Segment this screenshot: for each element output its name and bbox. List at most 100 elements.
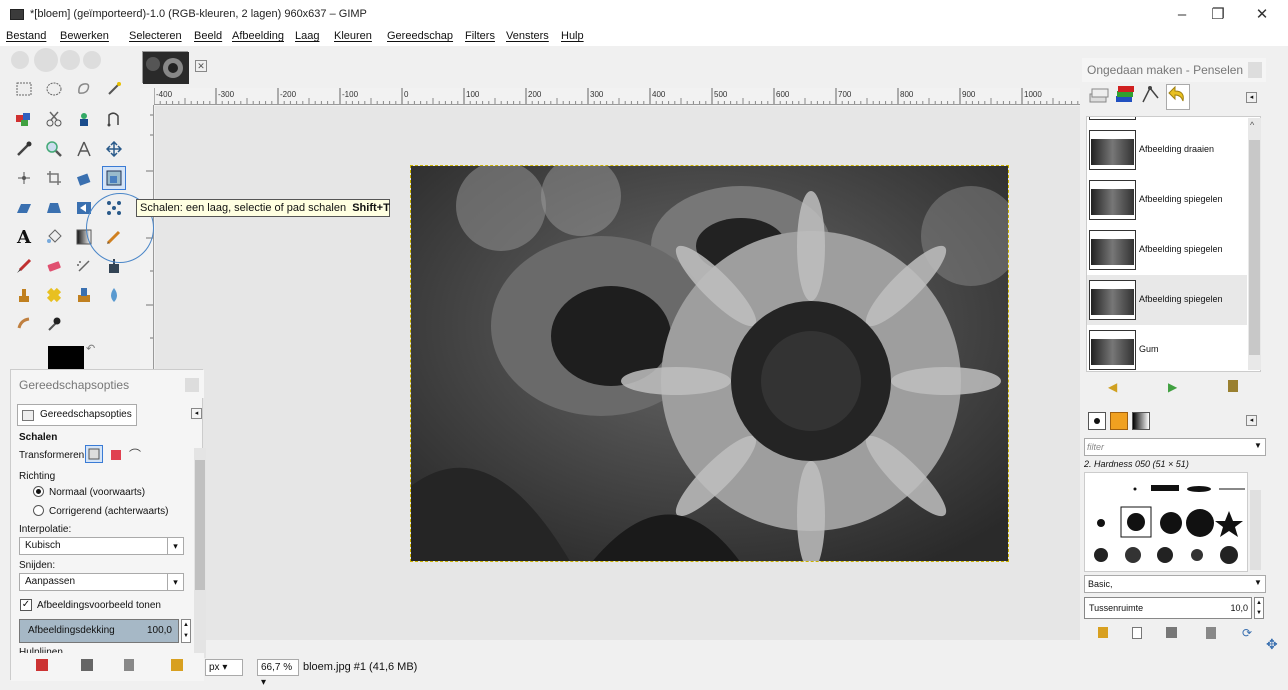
list-item[interactable] bbox=[1087, 117, 1247, 125]
transform-layer-icon[interactable] bbox=[85, 445, 103, 463]
ellipse-select-icon[interactable] bbox=[42, 77, 66, 101]
restore-preset-icon[interactable] bbox=[81, 659, 93, 671]
swap-colors-icon[interactable]: ↶ bbox=[86, 342, 95, 355]
fuzzy-select-icon[interactable] bbox=[102, 77, 126, 101]
menu-hulp[interactable]: Hulp bbox=[561, 30, 584, 42]
close-button[interactable]: ✕ bbox=[1246, 4, 1278, 26]
clone-icon[interactable] bbox=[12, 283, 36, 307]
menu-afbeelding[interactable]: Afbeelding bbox=[232, 30, 284, 42]
free-select-icon[interactable] bbox=[72, 77, 96, 101]
rect-select-icon[interactable] bbox=[12, 77, 36, 101]
perspective-icon[interactable] bbox=[42, 196, 66, 220]
menu-filters[interactable]: Filters bbox=[465, 30, 495, 42]
zoom-select[interactable]: 66,7 % ▾ bbox=[257, 659, 299, 688]
list-item-selected[interactable]: Afbeelding spiegelen bbox=[1087, 275, 1247, 325]
perspective-clone-icon[interactable] bbox=[72, 283, 96, 307]
tool-options-scroll-thumb[interactable] bbox=[195, 460, 205, 590]
tab-menu-button[interactable]: ◂ bbox=[1246, 415, 1257, 426]
dodge-burn-icon[interactable] bbox=[42, 312, 66, 336]
redo-icon[interactable]: ▶ bbox=[1168, 380, 1177, 394]
scissors-select-icon[interactable] bbox=[42, 107, 66, 131]
spacing-spin-button[interactable]: ▲ ▼ bbox=[1254, 597, 1264, 619]
patterns-tab-icon[interactable] bbox=[1110, 412, 1128, 430]
shear-icon[interactable] bbox=[12, 196, 36, 220]
gradients-tab-icon[interactable] bbox=[1132, 412, 1150, 430]
menu-laag[interactable]: Laag bbox=[295, 30, 319, 42]
color-picker-icon[interactable] bbox=[12, 137, 36, 161]
align-icon[interactable] bbox=[12, 166, 36, 190]
crop-icon[interactable] bbox=[42, 166, 66, 190]
heal-icon[interactable] bbox=[42, 283, 66, 307]
spacing-slider[interactable]: Tussenruimte 10,0 bbox=[1084, 597, 1252, 619]
scale-icon[interactable] bbox=[102, 166, 126, 190]
unit-select[interactable]: px ▾ bbox=[205, 659, 243, 676]
brush-grid[interactable] bbox=[1084, 472, 1248, 572]
dock-close-button[interactable] bbox=[185, 378, 199, 392]
list-item[interactable]: Afbeelding spiegelen bbox=[1087, 175, 1247, 225]
zoom-icon[interactable] bbox=[42, 137, 66, 161]
clipping-select[interactable]: Aanpassen ▾ bbox=[19, 573, 184, 591]
paintbrush-icon[interactable] bbox=[12, 254, 36, 278]
horizontal-ruler[interactable]: -400 -300 -200 -100 0 100 200 300 400 500 600 700 80… bbox=[154, 88, 1080, 105]
duplicate-brush-icon[interactable] bbox=[1166, 627, 1177, 638]
image-tab-close-button[interactable]: ✕ bbox=[195, 60, 207, 72]
paths-tab-icon[interactable] bbox=[1140, 84, 1164, 110]
move-handle-icon[interactable]: ✥ bbox=[1266, 636, 1278, 653]
list-item[interactable]: Afbeelding draaien bbox=[1087, 125, 1247, 175]
undo-history-tab-icon[interactable] bbox=[1166, 84, 1190, 110]
menu-gereedschap[interactable]: Gereedschap bbox=[387, 30, 453, 42]
list-item[interactable]: Afbeelding spiegelen bbox=[1087, 225, 1247, 275]
edit-brush-icon[interactable] bbox=[1098, 627, 1108, 638]
delete-preset-icon[interactable] bbox=[124, 659, 134, 671]
brushes-tab-icon[interactable] bbox=[1088, 412, 1106, 430]
menu-kleuren[interactable]: Kleuren bbox=[334, 30, 372, 42]
move-icon[interactable] bbox=[102, 137, 126, 161]
minimize-button[interactable]: – bbox=[1166, 4, 1198, 26]
sunflower-image[interactable] bbox=[410, 165, 1009, 562]
dock-close-button[interactable] bbox=[1248, 62, 1262, 78]
channels-tab-icon[interactable] bbox=[1114, 84, 1138, 110]
text-icon[interactable]: A bbox=[12, 225, 36, 249]
opacity-slider[interactable]: Afbeeldingsdekking 100,0 bbox=[19, 619, 179, 643]
clear-history-icon[interactable] bbox=[1228, 380, 1238, 392]
brush-preset-select[interactable]: Basic, bbox=[1084, 575, 1266, 593]
undo-history-list[interactable]: Afbeelding draaien Afbeelding spiegelen … bbox=[1086, 116, 1261, 372]
refresh-brushes-icon[interactable]: ⟳ bbox=[1242, 626, 1252, 640]
new-brush-icon[interactable] bbox=[1132, 627, 1142, 639]
blur-icon[interactable] bbox=[102, 283, 126, 307]
brush-filter-input[interactable]: filter bbox=[1084, 438, 1266, 456]
tab-menu-button[interactable]: ◂ bbox=[1246, 92, 1257, 103]
bucket-fill-icon[interactable] bbox=[42, 225, 66, 249]
rotate-icon[interactable] bbox=[72, 166, 96, 190]
delete-brush-icon[interactable] bbox=[1206, 627, 1216, 639]
image-tab-thumbnail[interactable] bbox=[142, 51, 189, 84]
menu-bewerken[interactable]: Bewerken bbox=[60, 30, 109, 42]
scroll-up-icon[interactable]: ^ bbox=[1250, 120, 1254, 130]
tab-menu-button[interactable]: ◂ bbox=[191, 408, 202, 419]
save-preset-icon[interactable] bbox=[36, 659, 48, 671]
chevron-down-icon[interactable]: ▼ bbox=[1254, 578, 1262, 587]
by-color-select-icon[interactable] bbox=[12, 107, 36, 131]
menu-beeld[interactable]: Beeld bbox=[194, 30, 222, 42]
eraser-icon[interactable] bbox=[42, 254, 66, 278]
list-item[interactable]: Gum bbox=[1087, 325, 1247, 371]
chevron-down-icon[interactable]: ▼ bbox=[1254, 441, 1262, 450]
smudge-icon[interactable] bbox=[12, 312, 36, 336]
menu-selecteren[interactable]: Selecteren bbox=[129, 30, 182, 42]
opacity-spin-button[interactable]: ▲ ▼ bbox=[181, 619, 191, 643]
transform-path-icon[interactable]: ⌒ bbox=[129, 446, 141, 463]
brush-grid-scrollbar[interactable] bbox=[1250, 490, 1261, 570]
transform-selection-icon[interactable] bbox=[111, 450, 121, 460]
preview-checkbox[interactable]: ✓ bbox=[20, 599, 32, 611]
paths-icon[interactable] bbox=[102, 107, 126, 131]
tab-tool-options[interactable]: Gereedschapsopties bbox=[17, 404, 137, 426]
direction-corrective-radio[interactable] bbox=[33, 505, 44, 516]
ruler-corner-button[interactable] bbox=[140, 88, 154, 105]
reset-options-icon[interactable] bbox=[171, 659, 183, 671]
measure-icon[interactable] bbox=[72, 137, 96, 161]
undo-icon[interactable]: ◀ bbox=[1108, 380, 1117, 394]
airbrush-icon[interactable] bbox=[72, 254, 96, 278]
history-scroll-thumb[interactable] bbox=[1249, 140, 1260, 355]
menu-bestand[interactable]: Bestand bbox=[6, 30, 46, 42]
maximize-button[interactable]: ❐ bbox=[1202, 4, 1234, 26]
